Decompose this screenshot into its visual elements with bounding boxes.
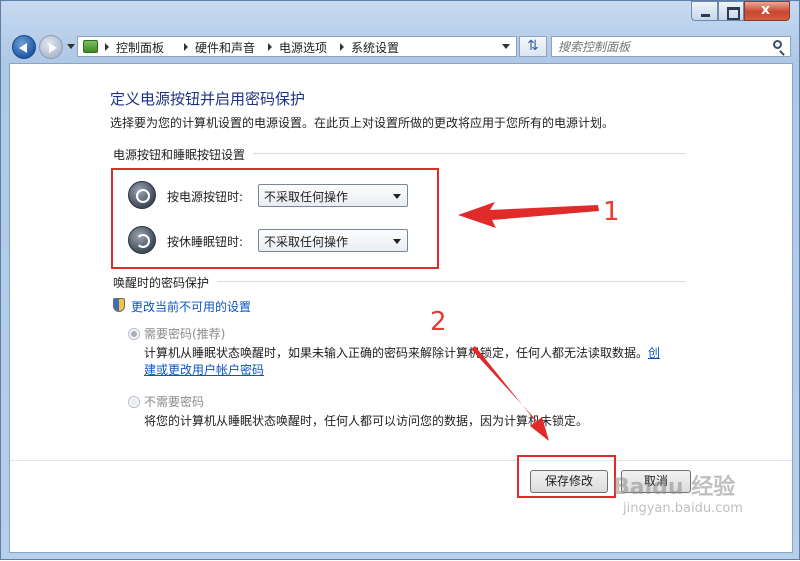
password-section-heading: 唤醒时的密码保护	[113, 276, 210, 290]
breadcrumb-hardware-sound[interactable]: 硬件和声音	[195, 39, 255, 56]
breadcrumb-separator-icon[interactable]	[340, 43, 344, 51]
minimize-button[interactable]	[691, 1, 718, 21]
forward-button[interactable]	[39, 35, 63, 59]
uac-shield-icon	[113, 298, 125, 312]
annotation-box-2	[517, 455, 616, 498]
watermark-url: jingyan.baidu.com	[623, 501, 743, 516]
power-section-heading: 电源按钮和睡眠按钮设置	[113, 148, 246, 162]
breadcrumb-system-settings[interactable]: 系统设置	[351, 39, 399, 56]
address-dropdown-icon[interactable]	[502, 44, 510, 49]
require-password-description: 计算机从睡眠状态唤醒时，如果未输入正确的密码来解除计算机锁定，任何人都无法读取数…	[144, 346, 649, 360]
change-unavailable-settings-link[interactable]: 更改当前不可用的设置	[131, 298, 251, 315]
divider	[217, 281, 686, 282]
window-frame: x 控制面板 硬件和声音 电源选项 系统设置 ⇅ 定义电源按钮并启用密码保护 选…	[0, 0, 800, 560]
breadcrumb-separator-icon[interactable]	[105, 43, 109, 51]
page-description: 选择要为您的计算机设置的电源设置。在此页上对设置所做的更改将应用于您所有的电源计…	[110, 116, 615, 130]
page-title: 定义电源按钮并启用密码保护	[110, 90, 306, 108]
address-bar[interactable]: 控制面板 硬件和声音 电源选项 系统设置	[77, 36, 517, 57]
no-password-description: 将您的计算机从睡眠状态唤醒时，任何人都可以访问您的数据，因为计算机未锁定。	[144, 414, 589, 428]
create-password-link[interactable]: 建或更改用户帐户密码	[144, 361, 264, 378]
no-password-radio[interactable]	[128, 396, 140, 408]
breadcrumb-separator-icon[interactable]	[184, 43, 188, 51]
close-icon: x	[761, 2, 771, 18]
watermark-logo: Baidu 经验	[613, 475, 736, 500]
search-box[interactable]	[551, 36, 791, 57]
no-password-label: 不需要密码	[144, 395, 205, 409]
refresh-button[interactable]: ⇅	[519, 36, 547, 57]
back-button[interactable]	[12, 35, 36, 59]
annotation-box-1	[111, 168, 439, 269]
annotation-number-1: 1	[603, 197, 620, 227]
require-password-radio[interactable]	[128, 328, 140, 340]
annotation-number-2: 2	[430, 307, 447, 337]
breadcrumb-control-panel[interactable]: 控制面板	[116, 39, 164, 56]
breadcrumb-power-options[interactable]: 电源选项	[279, 39, 327, 56]
search-input[interactable]	[558, 38, 763, 55]
breadcrumb-separator-icon[interactable]	[268, 43, 272, 51]
maximize-button[interactable]	[718, 1, 744, 21]
recent-pages-chevron-icon[interactable]	[67, 44, 75, 49]
close-button[interactable]: x	[744, 1, 790, 21]
divider	[253, 153, 686, 154]
require-password-label: 需要密码(推荐)	[144, 327, 226, 341]
divider	[10, 460, 792, 461]
search-icon[interactable]	[773, 40, 782, 49]
create-password-link-part1[interactable]: 创	[648, 344, 660, 361]
control-panel-icon	[83, 40, 98, 53]
